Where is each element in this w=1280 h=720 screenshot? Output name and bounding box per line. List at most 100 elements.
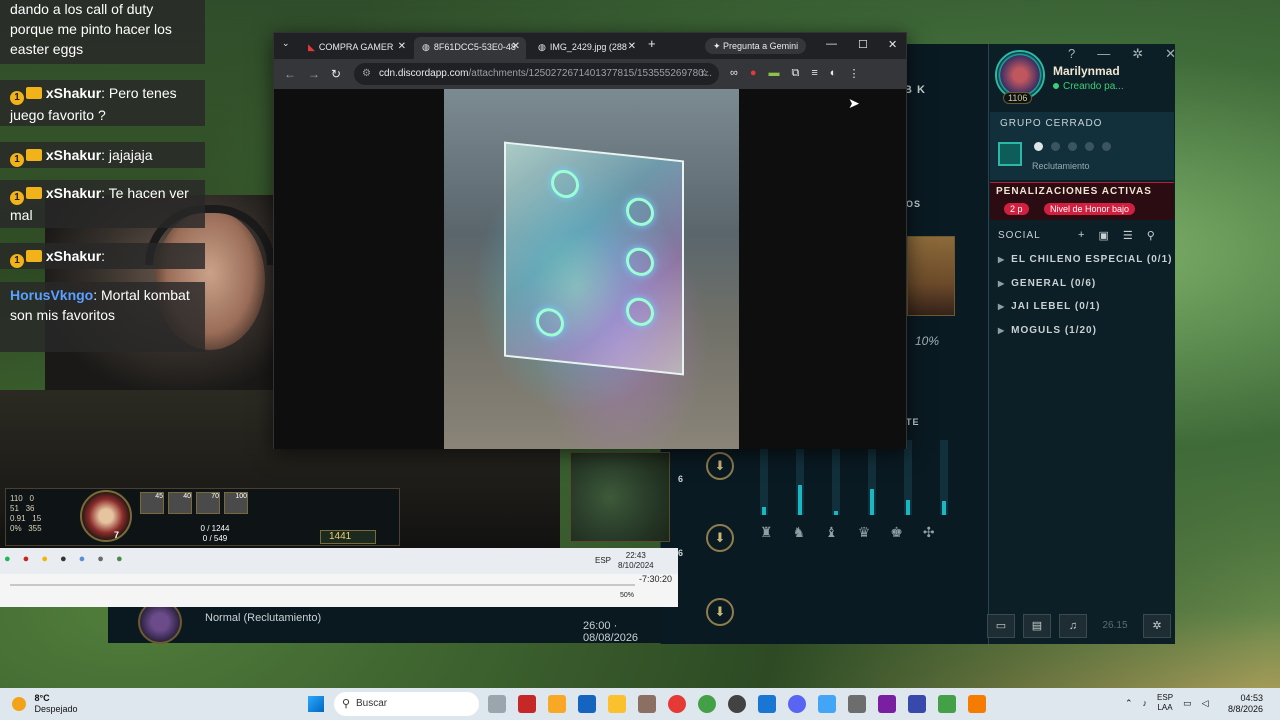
list-icon[interactable]: ☰ — [1123, 229, 1133, 242]
settings-icon[interactable]: ✲ — [1143, 614, 1171, 638]
vlc-volume[interactable]: 50% — [620, 592, 634, 599]
chrome-toolbar: ← → ↻ ⚙ cdn.discordapp.com/attachments/12… — [274, 59, 906, 89]
honor-chip[interactable]: Nivel de Honor bajo — [1044, 203, 1136, 215]
folder-icon[interactable]: ▣ — [1098, 229, 1108, 242]
chevron-up-icon[interactable]: ⌃ — [1125, 698, 1133, 709]
profile-name: Marilynmad — [1053, 64, 1120, 78]
social-group-3[interactable]: ▶ JAI LEBEL (0/1) — [998, 301, 1172, 325]
ability-q[interactable]: 45 — [140, 492, 164, 514]
chat-icon[interactable]: ▭ — [987, 614, 1015, 638]
reload-icon[interactable]: ↻ — [331, 67, 341, 81]
ability-w[interactable]: 40 — [168, 492, 192, 514]
download-icon[interactable]: ⬇ — [706, 452, 734, 480]
ability-r[interactable]: 100 — [224, 492, 248, 514]
app-icon[interactable] — [518, 695, 536, 713]
minimap[interactable] — [570, 452, 670, 542]
vlc-icon[interactable] — [968, 695, 986, 713]
task-view-icon[interactable] — [488, 695, 506, 713]
tab-compra-gamer[interactable]: ◣ COMPRA GAMER ✕ — [300, 37, 412, 59]
forward-icon[interactable]: → — [308, 67, 320, 81]
role-bar-fill — [798, 485, 802, 515]
network-icon[interactable]: ▭ — [1183, 698, 1192, 709]
stat-value: 0% — [10, 524, 22, 533]
extension-icon[interactable]: ▬ — [769, 67, 780, 80]
lol-label-te: TE — [906, 417, 920, 427]
tab-image-2[interactable]: ◍ IMG_2429.jpg (288 ✕ — [530, 37, 642, 59]
social-group-4[interactable]: ▶ MOGULS (1/20) — [998, 325, 1172, 349]
support-role-icon[interactable]: ♚ — [890, 524, 903, 541]
app-icon[interactable] — [938, 695, 956, 713]
social-group-2[interactable]: ▶ GENERAL (0/6) — [998, 278, 1172, 302]
help-icon[interactable]: ? — [1068, 46, 1075, 62]
role-bar — [796, 440, 804, 515]
close-icon[interactable]: ✕ — [1165, 46, 1176, 62]
app-icon[interactable] — [848, 695, 866, 713]
taskbar-search[interactable]: ⚲ Buscar — [334, 692, 479, 716]
app-icon[interactable] — [758, 695, 776, 713]
chat-text: : — [101, 248, 106, 264]
fill-role-icon[interactable]: ✣ — [923, 524, 935, 541]
site-info-icon[interactable]: ⚙ — [362, 63, 371, 85]
search-icon[interactable]: ⚲ — [1147, 229, 1155, 242]
mid-role-icon[interactable]: ♝ — [825, 524, 838, 541]
jungle-role-icon[interactable]: ♞ — [793, 524, 806, 541]
search-icon: ⚲ — [342, 698, 351, 710]
download-icon[interactable]: ⬇ — [706, 598, 734, 626]
mic-icon[interactable]: ♫ — [1059, 614, 1087, 638]
app-icon[interactable] — [668, 695, 686, 713]
app-icon[interactable] — [908, 695, 926, 713]
download-icon[interactable]: ⬇ — [706, 524, 734, 552]
input-language[interactable]: ESP LAA — [1157, 693, 1173, 713]
vlc-seek-slider[interactable] — [10, 584, 635, 586]
app-icon[interactable] — [878, 695, 896, 713]
close-icon[interactable]: ✕ — [398, 41, 406, 52]
chrome-icon[interactable] — [698, 695, 716, 713]
media-icon[interactable]: ≡ — [811, 67, 817, 80]
gemini-button[interactable]: ✦ Pregunta a Gemini — [705, 38, 807, 54]
extensions-puzzle-icon[interactable]: ⧉ — [792, 67, 800, 80]
tab-image-1[interactable]: ◍ 8F61DCC5-53E0-48 ✕ — [414, 37, 526, 59]
profile-icon[interactable]: ◐ — [830, 67, 837, 80]
bookmark-star-icon[interactable]: ☆ — [700, 63, 709, 85]
top-role-icon[interactable]: ♜ — [760, 524, 773, 541]
app-icon[interactable] — [638, 695, 656, 713]
app-icon[interactable] — [548, 695, 566, 713]
close-icon[interactable]: ✕ — [628, 41, 636, 52]
missions-icon[interactable]: ▤ — [1023, 614, 1051, 638]
close-icon[interactable]: ✕ — [512, 41, 520, 52]
mic-icon[interactable]: ♪ — [1143, 698, 1148, 708]
app-icon[interactable] — [728, 695, 746, 713]
taskbar-clock[interactable]: 04:53 8/8/2026 — [1228, 693, 1263, 715]
chat-user: xShakur — [45, 185, 102, 201]
maximize-icon[interactable]: ☐ — [858, 38, 868, 51]
penalty-chip[interactable]: 2 p — [1004, 203, 1029, 215]
social-group-1[interactable]: ▶ EL CHILENO ESPECIAL (0/1) — [998, 254, 1172, 278]
ability-e[interactable]: 70 — [196, 492, 220, 514]
bot-role-icon[interactable]: ♛ — [858, 524, 871, 541]
file-explorer-icon[interactable] — [608, 695, 626, 713]
minimize-icon[interactable]: — — [1097, 46, 1110, 62]
menu-icon[interactable]: ⋮ — [848, 67, 859, 80]
champion-card[interactable] — [907, 236, 955, 316]
stat-value: 0 — [29, 494, 34, 503]
discord-icon[interactable] — [788, 695, 806, 713]
address-bar[interactable]: ⚙ cdn.discordapp.com/attachments/12502726… — [354, 63, 719, 85]
group-box[interactable]: GRUPO CERRADO Reclutamiento — [990, 112, 1174, 180]
url-path: /attachments/1250272671401377815/1535552… — [468, 68, 713, 79]
weather-widget[interactable]: 8°C Despejado — [12, 693, 78, 715]
outlook-icon[interactable] — [578, 695, 596, 713]
start-button[interactable] — [308, 696, 324, 712]
app-icon[interactable] — [818, 695, 836, 713]
close-icon[interactable]: ✕ — [888, 38, 897, 51]
gear-icon[interactable]: ✲ — [1132, 46, 1143, 62]
crown-badge-icon — [26, 149, 42, 161]
add-friend-icon[interactable]: + — [1078, 229, 1084, 242]
tab-search-icon[interactable]: ⌄ — [282, 38, 290, 49]
volume-icon[interactable]: ◁ — [1202, 698, 1209, 709]
extension-icon[interactable]: ∞ — [730, 67, 738, 80]
pc-photo[interactable] — [444, 89, 739, 449]
back-icon[interactable]: ← — [284, 67, 296, 81]
new-tab-button[interactable]: + — [648, 36, 656, 51]
minimize-icon[interactable]: — — [826, 38, 837, 50]
extension-icon[interactable]: ● — [750, 67, 757, 80]
